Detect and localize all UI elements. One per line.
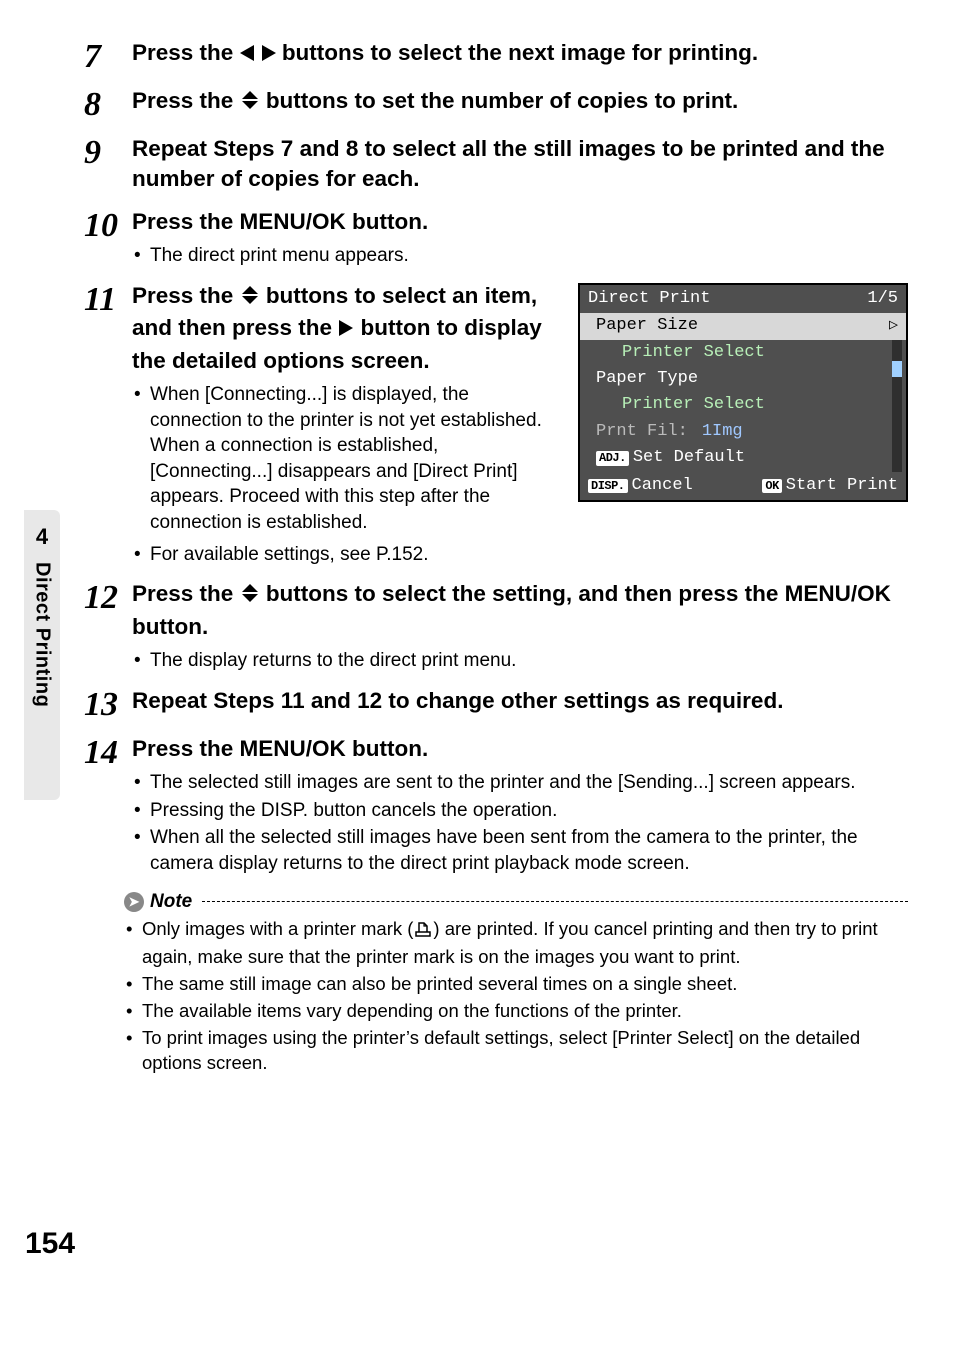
step-11: 11 Press the buttons to select an item, …	[84, 281, 908, 568]
adj-badge: ADJ.	[596, 451, 629, 465]
menu-item-paper-size: Paper Size	[596, 316, 698, 336]
left-right-arrows-icon	[240, 40, 276, 70]
note-heading: Note	[150, 891, 192, 913]
up-down-arrows-icon	[240, 88, 260, 118]
menu-item-paper-type: Paper Type	[580, 366, 906, 392]
menu-set-default: Set Default	[633, 448, 745, 467]
step-number: 14	[84, 734, 132, 770]
right-triangle-icon: ▷	[889, 317, 898, 335]
menu-title: Direct Print	[588, 289, 710, 309]
note-item: The available items vary depending on th…	[124, 999, 908, 1024]
note-item: The same still image can also be printed…	[124, 972, 908, 997]
step-text: Repeat Steps 11 and 12 to change other s…	[132, 686, 908, 716]
disp-badge: DISP.	[588, 479, 628, 493]
note-arrow-icon: ➤	[124, 892, 144, 912]
right-arrow-icon	[338, 315, 354, 345]
note-item: To print images using the printer’s defa…	[124, 1026, 908, 1076]
step-sub-item: The selected still images are sent to th…	[132, 770, 908, 796]
direct-print-menu-figure: Direct Print 1/5 Paper Size ▷ Printer Se…	[578, 283, 908, 502]
step-number: 8	[84, 86, 132, 122]
step-sub-item: The display returns to the direct print …	[132, 648, 908, 674]
step-number: 12	[84, 579, 132, 615]
note-item: Only images with a printer mark () are p…	[124, 917, 908, 970]
step-sub-item: The direct print menu appears.	[132, 243, 908, 269]
chapter-number: 4	[36, 524, 48, 550]
note-divider	[202, 901, 908, 902]
up-down-arrows-icon	[240, 283, 260, 313]
step-text: Press the MENU/OK button.	[132, 734, 908, 764]
step-text: Press the buttons to select the setting,…	[132, 579, 908, 642]
menu-start-print: Start Print	[786, 476, 898, 495]
step-number: 11	[84, 281, 132, 317]
step-7: 7 Press the buttons to select the next i…	[84, 38, 908, 74]
menu-value-paper-size: Printer Select	[580, 340, 906, 366]
step-text: Press the buttons to select the next ima…	[132, 38, 908, 70]
chapter-label: Direct Printing	[31, 562, 54, 707]
up-down-arrows-icon	[240, 581, 260, 611]
step-text: Repeat Steps 7 and 8 to select all the s…	[132, 134, 908, 195]
side-chapter-tab: 4 Direct Printing	[24, 510, 60, 800]
step-text: Press the buttons to select an item, and…	[132, 281, 564, 376]
step-9: 9 Repeat Steps 7 and 8 to select all the…	[84, 134, 908, 195]
menu-value-prnt-fil: 1Img	[702, 422, 743, 442]
ok-badge: OK	[762, 479, 781, 493]
step-10: 10 Press the MENU/OK button. The direct …	[84, 207, 908, 269]
step-sub-item: For available settings, see P.152.	[132, 542, 908, 568]
printer-mark-icon	[413, 918, 433, 945]
step-sub-item: Pressing the DISP. button cancels the op…	[132, 798, 908, 824]
menu-page-indicator: 1/5	[867, 289, 898, 309]
step-text: Press the MENU/OK button.	[132, 207, 908, 237]
step-text: Press the buttons to set the number of c…	[132, 86, 908, 118]
step-number: 9	[84, 134, 132, 170]
step-number: 13	[84, 686, 132, 722]
step-sub-item: When all the selected still images have …	[132, 825, 908, 876]
step-13: 13 Repeat Steps 11 and 12 to change othe…	[84, 686, 908, 722]
step-number: 10	[84, 207, 132, 243]
step-12: 12 Press the buttons to select the setti…	[84, 579, 908, 673]
step-14: 14 Press the MENU/OK button. The selecte…	[84, 734, 908, 877]
step-8: 8 Press the buttons to set the number of…	[84, 86, 908, 122]
note-block: ➤ Note Only images with a printer mark (…	[124, 891, 908, 1076]
step-sub-item: When [Connecting...] is displayed, the c…	[132, 382, 564, 536]
page-number: 154	[24, 1227, 76, 1261]
menu-item-prnt-fil: Prnt Fil:	[596, 422, 688, 442]
step-number: 7	[84, 38, 132, 74]
menu-cancel: Cancel	[632, 476, 693, 495]
menu-value-paper-type: Printer Select	[580, 392, 906, 418]
